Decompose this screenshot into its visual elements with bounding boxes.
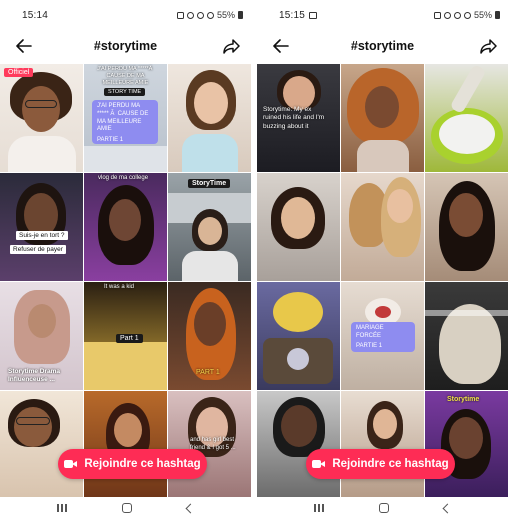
video-tile[interactable] (425, 173, 508, 281)
video-tile[interactable] (257, 282, 340, 390)
status-icons: 55% (176, 10, 243, 20)
arrow-left-icon (273, 39, 289, 53)
wifi-icon (463, 11, 471, 19)
video-tile[interactable] (341, 391, 424, 499)
status-time: 15:14 (22, 9, 49, 21)
tile-caption: PART 1 (196, 369, 220, 376)
mute-icon (453, 11, 461, 19)
wifi-icon (206, 11, 214, 19)
header-bar: #storytime (257, 30, 508, 62)
video-tile[interactable] (341, 64, 424, 172)
status-time: 15:15 (279, 9, 318, 21)
chevron-left-icon[interactable] (442, 503, 453, 513)
video-tile[interactable] (168, 64, 251, 172)
story-card: J'AI PERDU MA ***** Ă CAUSE DE MA MEILLE… (92, 100, 158, 144)
status-icons: 55% (433, 10, 500, 20)
video-tile[interactable]: J'AI PERDU MA *****Ă CAUSE DE MA MEILLEU… (84, 64, 167, 172)
alarm-icon (443, 11, 451, 19)
story-card-text: MARIAGE FORCÉE (356, 325, 384, 339)
join-hashtag-button[interactable]: Rejoindre ce hashtag (306, 449, 455, 479)
tile-caption: vlog de ma college (98, 175, 149, 181)
video-tile[interactable] (425, 282, 508, 390)
share-arrow-icon (479, 38, 497, 54)
header-bar: #storytime (0, 30, 251, 62)
video-camera-icon (312, 459, 326, 469)
story-card-text: J'AI PERDU MA ***** Ă CAUSE DE MA MEILLE… (97, 103, 149, 133)
tile-caption: J'AI PERDU MA *****Ă CAUSE DE MA MEILLEU… (97, 66, 154, 87)
battery-percent: 55% (216, 10, 235, 20)
official-badge: Officiel (4, 68, 34, 77)
left-screen: 15:14 55% #storytime Officiel J'AI PERDU… (0, 0, 251, 519)
recents-icon[interactable] (57, 504, 68, 512)
home-icon[interactable] (378, 503, 389, 513)
tile-part-label: Part 1 (116, 334, 143, 343)
video-grid: Officiel J'AI PERDU MA *****Ă CAUSE DE M… (0, 64, 251, 499)
hashtag-title: #storytime (350, 39, 415, 53)
join-hashtag-button[interactable]: Rejoindre ce hashtag (58, 449, 207, 479)
tile-caption: Storytime: My ex ruined his life and I'm… (263, 106, 325, 130)
tile-caption: Suis-je en tort ? (16, 231, 68, 240)
video-tile[interactable]: PART 1 (168, 282, 251, 390)
video-tile[interactable] (0, 391, 83, 499)
join-hashtag-label: Rejoindre ce hashtag (84, 458, 201, 470)
tile-caption: Storytime (447, 396, 480, 403)
notification-icon (176, 11, 184, 19)
notification-icon (433, 11, 441, 19)
video-tile[interactable]: Storytime Drama Influenceuse ... (0, 282, 83, 390)
mute-icon (196, 11, 204, 19)
status-bar: 15:14 55% (0, 0, 251, 30)
video-tile[interactable]: and has girl best friend & I got 5 ... (168, 391, 251, 499)
video-tile[interactable]: Officiel (0, 64, 83, 172)
story-card-part: PARTIE 1 (356, 342, 383, 349)
video-tile[interactable] (425, 64, 508, 172)
tile-caption: It was a kid (104, 284, 135, 290)
chevron-left-icon[interactable] (185, 503, 196, 513)
video-tile[interactable] (341, 173, 424, 281)
tile-caption-secondary: Refuser de payer (10, 245, 66, 254)
system-nav-bar (257, 497, 508, 519)
video-tile[interactable] (257, 173, 340, 281)
tile-caption: StoryTime (188, 179, 231, 188)
video-tile[interactable]: Storytime: My ex ruined his life and I'm… (257, 64, 340, 172)
video-tile[interactable] (257, 391, 340, 499)
right-screen: 15:15 55% #storytime Storytime: My ex ru… (257, 0, 508, 519)
video-tile[interactable] (84, 391, 167, 499)
video-grid: Storytime: My ex ruined his life and I'm… (257, 64, 508, 499)
story-card-part: PARTIE 1 (97, 137, 124, 144)
battery-percent: 55% (473, 10, 492, 20)
tile-caption: Storytime Drama Influenceuse ... (8, 368, 61, 384)
battery-icon (238, 11, 243, 19)
recents-icon[interactable] (314, 504, 325, 512)
status-bar: 15:15 55% (257, 0, 508, 30)
video-tile[interactable]: It was a kid Part 1 (84, 282, 167, 390)
gallery-icon (309, 11, 318, 19)
tile-label: STORY TIME (104, 88, 146, 96)
arrow-left-icon (16, 39, 32, 53)
story-card: MARIAGE FORCÉE PARTIE 1 (351, 322, 415, 352)
status-time-text: 15:15 (279, 9, 306, 21)
video-tile[interactable]: Storytime (425, 391, 508, 499)
back-button[interactable] (271, 36, 291, 56)
share-button[interactable] (478, 36, 498, 56)
video-tile[interactable]: Suis-je en tort ? Refuser de payer (0, 173, 83, 281)
video-tile[interactable]: StoryTime (168, 173, 251, 281)
video-tile[interactable]: MARIAGE FORCÉE PARTIE 1 (341, 282, 424, 390)
join-hashtag-label: Rejoindre ce hashtag (332, 458, 449, 470)
system-nav-bar (0, 497, 251, 519)
share-arrow-icon (222, 38, 240, 54)
hashtag-title: #storytime (93, 39, 158, 53)
share-button[interactable] (221, 36, 241, 56)
alarm-icon (186, 11, 194, 19)
back-button[interactable] (14, 36, 34, 56)
video-camera-icon (64, 459, 78, 469)
video-tile[interactable]: vlog de ma college (84, 173, 167, 281)
battery-icon (495, 11, 500, 19)
home-icon[interactable] (121, 503, 132, 513)
